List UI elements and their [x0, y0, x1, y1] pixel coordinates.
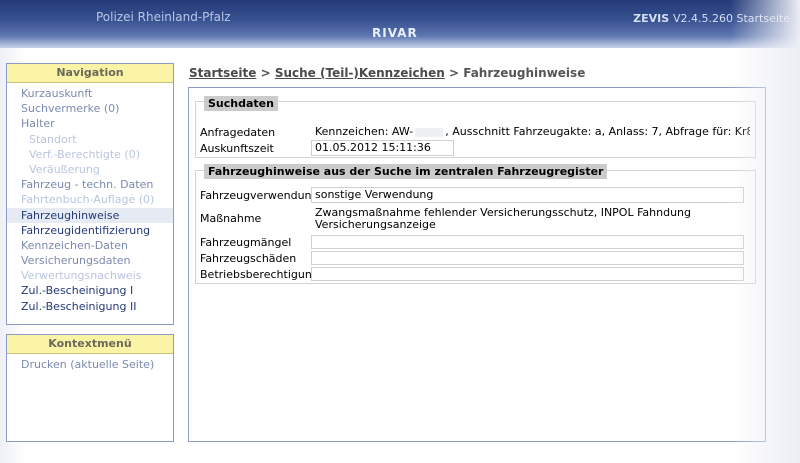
nav-item-fahrzeugidentifizierung[interactable]: Fahrzeugidentifizierung	[7, 223, 173, 238]
massnahme-value: Zwangsmaßnahme fehlender Versicherungssc…	[311, 206, 744, 233]
nav-item-fahrtenbuch[interactable]: Fahrtenbuch-Auflage (0)	[7, 192, 173, 207]
anfragedaten-rest: , Ausschnitt Fahrzeugakte: a, Anlass: 7,…	[445, 125, 751, 138]
nav-item-techn-daten[interactable]: Fahrzeug - techn. Daten	[7, 177, 173, 192]
auskunftszeit-label: Auskunftszeit	[200, 142, 274, 155]
fahrzeughinweise-section: Fahrzeughinweise aus der Suche im zentra…	[195, 164, 756, 284]
anfragedaten-row: Anfragedaten Kennzeichen: AW- , Ausschnit…	[200, 124, 751, 140]
fahrzeughinweise-title: Fahrzeughinweise aus der Suche im zentra…	[204, 164, 608, 179]
nav-item-halter[interactable]: Halter	[7, 116, 173, 131]
main-content: Suchdaten Anfragedaten Kennzeichen: AW-,…	[188, 87, 766, 442]
version-brand: ZEVIS	[633, 12, 670, 25]
context-menu-title: Kontextmenü	[7, 335, 173, 354]
navigation-title: Navigation	[7, 64, 173, 83]
breadcrumb-link-startseite[interactable]: Startseite	[189, 66, 256, 80]
context-menu-panel: Kontextmenü Drucken (aktuelle Seite)	[6, 334, 174, 442]
state-title: Polizei Rheinland-Pfalz	[96, 10, 231, 24]
fahrzeugverwendung-row: Fahrzeugverwendung sonstige Verwendung	[200, 187, 751, 203]
nav-item-versicherungsdaten[interactable]: Versicherungsdaten	[7, 253, 173, 268]
betriebsberechtigung-value	[311, 267, 744, 281]
anfragedaten-label: Anfragedaten	[200, 126, 276, 139]
nav-item-zul-bescheinigung-1[interactable]: Zul.-Bescheinigung I	[7, 283, 173, 298]
nav-item-fahrzeughinweise[interactable]: Fahrzeughinweise	[7, 207, 173, 223]
auskunftszeit-value: 01.05.2012 15:11:36	[311, 140, 454, 156]
fahrzeugschaeden-row: Fahrzeugschäden	[200, 251, 751, 265]
nav-item-kennzeichen-daten[interactable]: Kennzeichen-Daten	[7, 238, 173, 253]
nav-item-standort[interactable]: Standort	[7, 132, 173, 147]
breadcrumb-separator: >	[256, 66, 275, 80]
context-menu-list: Drucken (aktuelle Seite)	[7, 354, 173, 372]
massnahme-row: Maßnahme Zwangsmaßnahme fehlender Versic…	[200, 206, 751, 233]
massnahme-label: Maßnahme	[200, 212, 262, 225]
fahrzeugmaengel-row: Fahrzeugmängel	[200, 235, 751, 249]
nav-item-verwertungsnachweis[interactable]: Verwertungsnachweis	[7, 268, 173, 283]
nav-item-suchvermerke[interactable]: Suchvermerke (0)	[7, 101, 173, 116]
fahrzeugschaeden-value	[311, 251, 744, 265]
app-title: RIVAR	[372, 26, 418, 40]
fahrzeugmaengel-value	[311, 235, 744, 249]
nav-item-kurzauskunft[interactable]: Kurzauskunft	[7, 86, 173, 101]
breadcrumb-separator: >	[444, 66, 464, 80]
breadcrumb: Startseite > Suche (Teil-)Kennzeichen > …	[189, 66, 585, 80]
nav-item-verf-berechtigte[interactable]: Verf.-Berechtigte (0)	[7, 147, 173, 162]
fahrzeugverwendung-value: sonstige Verwendung	[311, 187, 744, 203]
navigation-list: Kurzauskunft Suchvermerke (0) Halter Sta…	[7, 83, 173, 314]
suchdaten-section: Suchdaten Anfragedaten Kennzeichen: AW-,…	[195, 96, 756, 158]
nav-item-veraeusserung[interactable]: Veräußerung	[7, 162, 173, 177]
anfragedaten-kennzeichen: Kennzeichen: AW-	[315, 125, 414, 138]
fahrzeugschaeden-label: Fahrzeugschäden	[200, 252, 297, 265]
anfragedaten-value: Kennzeichen: AW- , Ausschnitt Fahrzeugakt…	[311, 124, 751, 140]
app-header: Polizei Rheinland-Pfalz RIVAR ZEVIS V2.4…	[0, 0, 800, 48]
fahrzeugmaengel-label: Fahrzeugmängel	[200, 236, 292, 249]
redacted-block	[415, 127, 444, 137]
breadcrumb-current: Fahrzeughinweise	[463, 66, 586, 80]
fahrzeugverwendung-label: Fahrzeugverwendung	[200, 189, 319, 202]
right-fade	[730, 0, 800, 463]
navigation-panel: Navigation Kurzauskunft Suchvermerke (0)…	[6, 63, 174, 325]
breadcrumb-link-suche[interactable]: Suche (Teil-)Kennzeichen	[275, 66, 445, 80]
betriebsberechtigung-row: Betriebsberechtigung	[200, 267, 751, 281]
suchdaten-title: Suchdaten	[204, 96, 278, 111]
auskunftszeit-row: Auskunftszeit 01.05.2012 15:11:36	[200, 140, 751, 156]
context-item-print[interactable]: Drucken (aktuelle Seite)	[7, 357, 173, 372]
betriebsberechtigung-label: Betriebsberechtigung	[200, 268, 319, 281]
nav-item-zul-bescheinigung-2[interactable]: Zul.-Bescheinigung II	[7, 299, 173, 314]
